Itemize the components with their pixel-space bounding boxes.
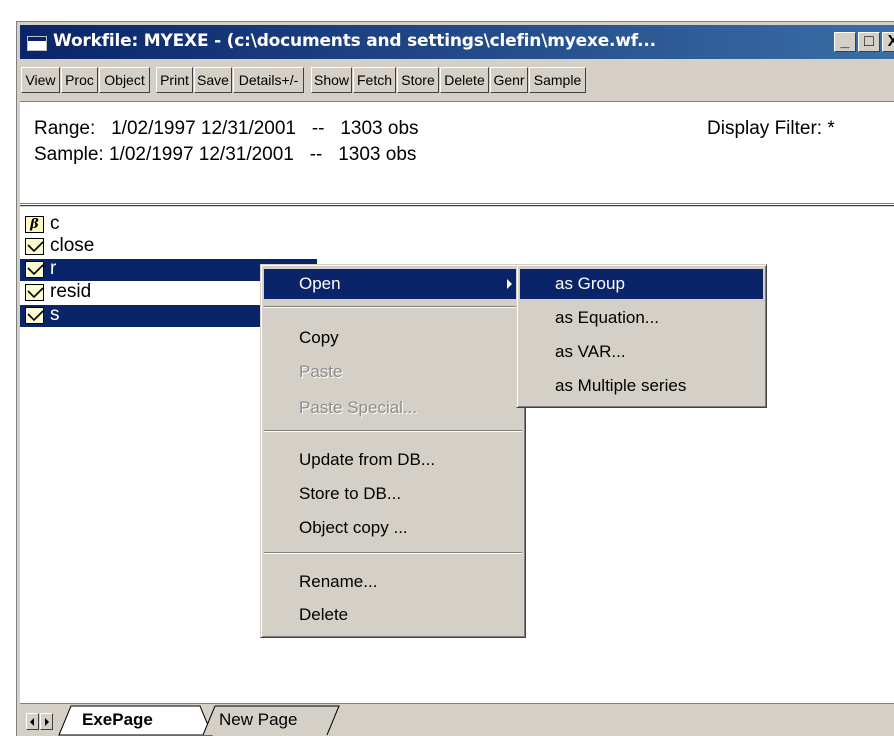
series-icon <box>25 284 44 301</box>
menu-item-rename[interactable]: Rename... <box>264 567 522 597</box>
object-button[interactable]: Object <box>99 67 150 93</box>
page-tab-strip: ExePage New Page <box>20 703 894 736</box>
object-item-resid[interactable]: resid <box>20 281 140 304</box>
menu-item-open[interactable]: Open <box>264 269 522 299</box>
delete-button[interactable]: Delete <box>440 67 489 93</box>
close-button[interactable]: X <box>882 32 894 52</box>
sample-button[interactable]: Sample <box>529 67 586 93</box>
details-button[interactable]: Details+/- <box>233 67 304 93</box>
menu-item-paste-special: Paste Special... <box>299 398 418 417</box>
genr-button[interactable]: Genr <box>490 67 528 93</box>
proc-button[interactable]: Proc <box>61 67 98 93</box>
menu-item-store-to-db[interactable]: Store to DB... <box>264 479 522 509</box>
object-label: close <box>50 235 95 256</box>
submenu-item-as-group[interactable]: as Group <box>520 269 763 299</box>
fetch-button[interactable]: Fetch <box>353 67 396 93</box>
save-button[interactable]: Save <box>194 67 232 93</box>
menu-item-label: Open <box>299 274 341 293</box>
sample-text: Sample: 1/02/1997 12/31/2001 -- 1303 obs <box>34 144 417 165</box>
object-label: c <box>50 213 60 234</box>
tab-exepage[interactable]: ExePage <box>82 710 153 730</box>
tab-scroll-right-button[interactable] <box>40 713 53 730</box>
tab-scroll-left-button[interactable] <box>26 713 39 730</box>
arrow-left-icon <box>30 718 34 726</box>
menu-separator <box>264 552 522 554</box>
submenu-arrow-icon <box>507 279 512 289</box>
workfile-window-icon <box>27 36 47 51</box>
object-label: r <box>50 258 57 279</box>
menu-item-object-copy[interactable]: Object copy ... <box>264 513 522 543</box>
show-button[interactable]: Show <box>311 67 352 93</box>
object-item-c[interactable]: β c <box>20 213 140 236</box>
menu-item-delete[interactable]: Delete <box>264 600 522 630</box>
series-icon <box>25 261 44 278</box>
range-text: Range: 1/02/1997 12/31/2001 -- 1303 obs <box>34 118 419 139</box>
view-button[interactable]: View <box>21 67 60 93</box>
series-icon <box>25 238 44 255</box>
object-label: resid <box>50 281 92 302</box>
window-title: Workfile: MYEXE - (c:\documents and sett… <box>53 31 656 51</box>
context-menu: Open Copy Paste Paste Special... Update … <box>260 264 526 638</box>
workfile-info-panel: Range: 1/02/1997 12/31/2001 -- 1303 obs … <box>20 101 894 204</box>
toolbar: View Proc Object Print Save Details+/- S… <box>20 63 894 96</box>
panel-divider <box>20 203 894 206</box>
maximize-button[interactable]: □ <box>858 32 880 52</box>
series-icon <box>25 307 44 324</box>
submenu-item-as-multiple-series[interactable]: as Multiple series <box>520 371 763 401</box>
coefficient-icon: β <box>25 216 44 233</box>
minimize-button[interactable]: _ <box>834 32 856 52</box>
menu-item-paste: Paste <box>299 362 343 381</box>
menu-separator <box>264 306 522 308</box>
print-button[interactable]: Print <box>156 67 193 93</box>
submenu-item-as-equation[interactable]: as Equation... <box>520 303 763 333</box>
menu-separator <box>264 430 522 432</box>
submenu-item-as-var[interactable]: as VAR... <box>520 337 763 367</box>
menu-item-update-from-db[interactable]: Update from DB... <box>264 445 522 475</box>
store-button[interactable]: Store <box>397 67 439 93</box>
object-item-close[interactable]: close <box>20 235 140 258</box>
title-bar[interactable]: Workfile: MYEXE - (c:\documents and sett… <box>20 25 894 59</box>
menu-item-copy[interactable]: Copy <box>264 323 522 353</box>
tab-new-page[interactable]: New Page <box>219 710 297 730</box>
arrow-right-icon <box>45 718 49 726</box>
display-filter-text[interactable]: Display Filter: * <box>707 118 835 140</box>
open-submenu: as Group as Equation... as VAR... as Mul… <box>516 264 767 408</box>
object-label: s <box>50 304 60 325</box>
